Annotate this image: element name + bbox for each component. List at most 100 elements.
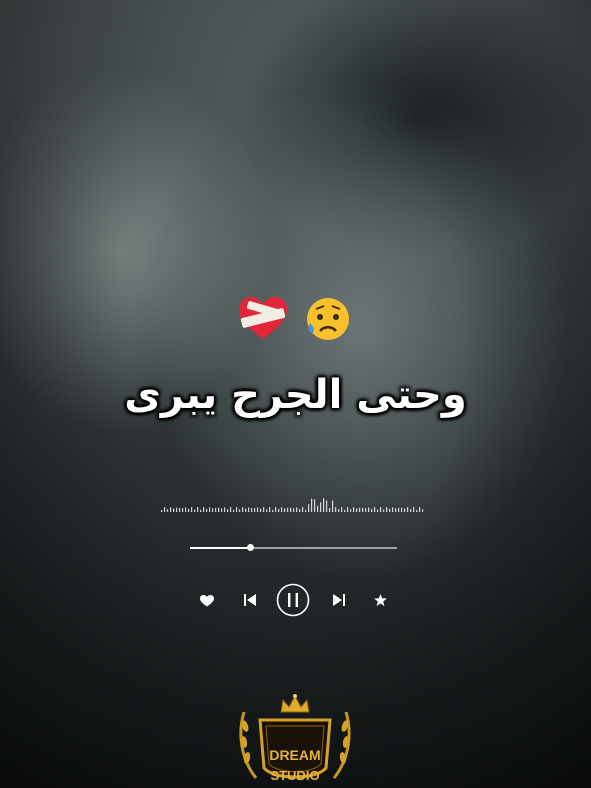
waveform-bar: [257, 507, 259, 512]
waveform-bar: [377, 509, 379, 512]
waveform-bar: [272, 509, 274, 512]
heart-icon: [200, 595, 214, 607]
waveform-bar: [269, 507, 271, 512]
waveform-bar: [275, 507, 277, 512]
waveform-bar: [419, 507, 421, 512]
waveform-bar: [260, 508, 262, 512]
waveform-bar: [329, 507, 331, 512]
waveform-bar: [233, 509, 235, 512]
waveform-bar: [287, 507, 289, 512]
waveform-bar: [248, 507, 250, 512]
waveform-bar: [392, 507, 394, 512]
waveform-bar: [245, 508, 247, 512]
waveform-bar: [311, 498, 313, 512]
star-button[interactable]: [371, 592, 389, 608]
waveform-bar: [206, 508, 208, 512]
logo-text-dream: DREAM: [269, 747, 320, 763]
waveform-bar: [320, 502, 322, 512]
waveform-bar: [284, 508, 286, 512]
waveform-bar: [416, 509, 418, 512]
waveform-bar: [176, 507, 178, 512]
waveform-bar: [407, 507, 409, 512]
waveform-bar: [323, 498, 325, 512]
waveform-bar: [296, 507, 298, 512]
pause-icon: [276, 583, 310, 617]
waveform-bar: [293, 508, 295, 512]
waveform-bar: [308, 504, 310, 512]
waveform-bar: [290, 507, 292, 512]
waveform-bar: [218, 507, 220, 512]
waveform-bar: [194, 509, 196, 512]
star-icon: [373, 593, 387, 606]
waveform-bar: [170, 507, 172, 512]
waveform-bar: [215, 507, 217, 512]
waveform-bar: [371, 508, 373, 512]
waveform-bar: [347, 507, 349, 512]
waveform-bar: [374, 507, 376, 512]
waveform-bar: [359, 507, 361, 512]
waveform-bar: [281, 507, 283, 512]
waveform-bar: [317, 505, 319, 512]
waveform-bar: [305, 509, 307, 512]
waveform-bar: [203, 507, 205, 512]
next-button[interactable]: [329, 591, 349, 609]
heart-button[interactable]: [197, 592, 217, 610]
waveform-bar: [398, 507, 400, 512]
waveform-bar: [341, 507, 343, 512]
waveform-bar: [254, 508, 256, 512]
waveform-bar: [386, 507, 388, 512]
waveform-bar: [224, 507, 226, 512]
waveform-bar: [209, 507, 211, 512]
waveform-bar: [185, 507, 187, 512]
waveform-bar: [197, 507, 199, 512]
waveform-bar: [314, 499, 316, 512]
waveform-bar: [395, 508, 397, 512]
waveform-bar: [230, 507, 232, 512]
waveform-bar: [401, 507, 403, 512]
waveform-bar: [263, 507, 265, 512]
waveform-bar: [278, 509, 280, 512]
waveform-bar: [302, 507, 304, 512]
waveform-bar: [383, 509, 385, 512]
waveform-bar: [410, 509, 412, 512]
previous-button[interactable]: [240, 591, 260, 609]
waveform-bar: [335, 507, 337, 512]
previous-icon: [244, 594, 256, 606]
waveform-bar: [167, 509, 169, 512]
pause-button[interactable]: [276, 583, 310, 617]
logo-text-studio: STUDIO: [270, 768, 319, 783]
progress-bar[interactable]: [190, 544, 397, 551]
dream-studio-logo: DREAM STUDIO: [239, 694, 351, 783]
waveform-bar: [404, 508, 406, 512]
next-icon: [333, 594, 345, 606]
waveform-bar: [413, 507, 415, 512]
progress-fill: [190, 547, 251, 549]
waveform-bar: [344, 509, 346, 512]
mending-heart-emoji: [238, 296, 287, 339]
waveform-bar: [236, 507, 238, 512]
waveform-bar: [164, 507, 166, 512]
waveform-bar: [299, 509, 301, 512]
waveform-bar: [266, 509, 268, 512]
waveform-bar: [353, 507, 355, 512]
waveform-bar: [365, 508, 367, 512]
waveform-bar: [389, 508, 391, 512]
waveform-bar: [161, 510, 163, 512]
waveform-bar: [173, 508, 175, 512]
lyric-text: وحتى الجرح يبرى: [124, 372, 467, 418]
audio-waveform: [161, 498, 424, 512]
waveform-bar: [356, 508, 358, 512]
waveform-bar: [242, 507, 244, 512]
progress-knob[interactable]: [247, 544, 255, 551]
waveform-bar: [191, 507, 193, 512]
waveform-bar: [200, 509, 202, 512]
waveform-bar: [188, 508, 190, 512]
waveform-bar: [332, 500, 334, 512]
waveform-bar: [239, 509, 241, 512]
sad-face-emoji: [307, 297, 350, 340]
waveform-bar: [368, 507, 370, 512]
emoji-row: [0, 292, 591, 343]
waveform-bar: [251, 507, 253, 512]
waveform-bar: [326, 500, 328, 512]
waveform-bar: [221, 508, 223, 512]
